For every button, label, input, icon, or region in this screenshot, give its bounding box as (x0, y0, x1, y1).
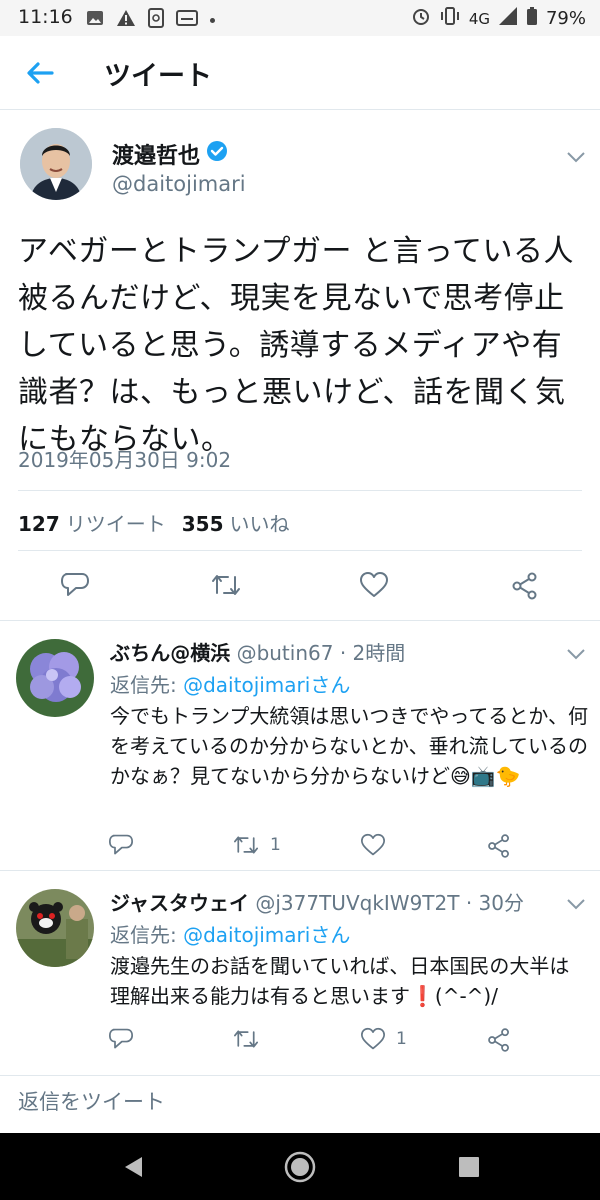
chevron-down-icon[interactable] (566, 148, 588, 163)
reply-to-prefix: 返信先: (110, 673, 184, 697)
warning-icon (116, 9, 136, 31)
reply-to-link[interactable]: @daitojimari (183, 923, 310, 947)
retweet-icon[interactable] (210, 571, 242, 603)
reply-to-suffix: さん (310, 673, 351, 697)
reply-header: ぶちん@横浜 @butin67 · 2時間 (110, 637, 405, 666)
status-time: 11:16 (18, 6, 73, 28)
reply-actions: 1 (0, 833, 600, 863)
back-arrow-icon[interactable] (22, 58, 58, 88)
avatar[interactable] (16, 889, 94, 967)
reply-icon[interactable] (108, 1027, 134, 1055)
retweet-icon[interactable] (232, 833, 260, 861)
signal-icon (498, 6, 518, 31)
tweet-date: 2019年05月30日 9:02 (18, 448, 232, 472)
tweet-actions (0, 565, 600, 605)
reply-handle-time: @j377TUVqkIW9T2T · 30分 (255, 891, 524, 915)
retweet-icon[interactable] (232, 1027, 260, 1055)
like-stat[interactable]: 355 いいね (182, 508, 290, 537)
app-icon (148, 8, 164, 32)
retweet-count: 127 (18, 512, 60, 536)
reply-to-line: 返信先: @daitojimariさん (110, 919, 350, 948)
image-icon (86, 9, 104, 31)
reply-author-name[interactable]: ジャスタウェイ (110, 891, 249, 915)
status-bar: 11:16 4G 79% (0, 0, 600, 36)
battery-icon (526, 6, 538, 31)
reply-tweet[interactable]: ジャスタウェイ @j377TUVqkIW9T2T · 30分 返信先: @dai… (0, 870, 600, 1075)
reply-input[interactable]: 返信をツイート (18, 1086, 165, 1116)
avatar[interactable] (20, 128, 92, 200)
reply-tweet[interactable]: ぶちん@横浜 @butin67 · 2時間 返信先: @daitojimariさ… (0, 620, 600, 870)
alarm-icon (411, 6, 431, 31)
like-count: 355 (181, 512, 224, 536)
verified-badge-icon (206, 140, 228, 168)
tweet-text: アベガーとトランプガー と言っている人 被るんだけど、現実を見ないで思考停止して… (18, 234, 575, 457)
share-icon[interactable] (486, 833, 512, 863)
reply-header: ジャスタウェイ @j377TUVqkIW9T2T · 30分 (110, 887, 524, 916)
reply-handle-time: @butin67 · 2時間 (236, 641, 406, 665)
author-name[interactable]: 渡邉哲也 (112, 138, 228, 170)
reply-composer[interactable]: 返信をツイート (0, 1075, 600, 1133)
page-title: ツイート (104, 61, 212, 92)
retweet-count: 1 (270, 835, 281, 855)
system-nav-bar (0, 1133, 600, 1200)
reply-icon[interactable] (108, 833, 134, 861)
tweet-stats: 127 リツイート 355 いいね (18, 508, 290, 537)
like-label: いいね (229, 512, 290, 536)
like-icon[interactable] (359, 571, 389, 603)
keyboard-icon (176, 10, 198, 30)
avatar[interactable] (16, 639, 94, 717)
dot-icon (210, 17, 215, 23)
chevron-down-icon[interactable] (566, 645, 588, 660)
reply-to-line: 返信先: @daitojimariさん (110, 669, 350, 698)
chevron-down-icon[interactable] (566, 895, 588, 910)
reply-to-suffix: さん (310, 923, 351, 947)
app-header: ツイート (0, 36, 600, 110)
share-icon[interactable] (510, 571, 540, 605)
reply-text: 渡邉先生のお話を聞いていれば、日本国民の大半は理解出来る能力は有ると思います❗(… (110, 954, 570, 1008)
nav-home-icon[interactable] (283, 1150, 317, 1188)
network-label: 4G (468, 9, 490, 28)
author-name-text: 渡邉哲也 (112, 144, 201, 169)
nav-back-icon[interactable] (122, 1155, 144, 1183)
retweet-stat[interactable]: 127 リツイート (18, 508, 166, 537)
reply-to-prefix: 返信先: (110, 923, 184, 947)
author-handle[interactable]: @daitojimari (112, 172, 246, 196)
vibrate-icon (439, 6, 461, 31)
reply-author-name[interactable]: ぶちん@横浜 (110, 641, 230, 665)
reply-icon[interactable] (60, 571, 90, 603)
nav-recents-icon[interactable] (458, 1156, 480, 1182)
like-icon[interactable] (360, 833, 386, 861)
retweet-label: リツイート (65, 512, 166, 536)
reply-to-link[interactable]: @daitojimari (183, 673, 310, 697)
share-icon[interactable] (486, 1027, 512, 1057)
like-icon[interactable] (360, 1027, 386, 1055)
like-count: 1 (396, 1029, 407, 1049)
reply-actions: 1 (0, 1027, 600, 1057)
battery-percent: 79% (545, 8, 586, 29)
divider (18, 550, 582, 551)
reply-text: 今でもトランプ大統領は思いつきでやってるとか、何を考えているのか分からないとか、… (110, 704, 588, 788)
divider (18, 490, 582, 491)
